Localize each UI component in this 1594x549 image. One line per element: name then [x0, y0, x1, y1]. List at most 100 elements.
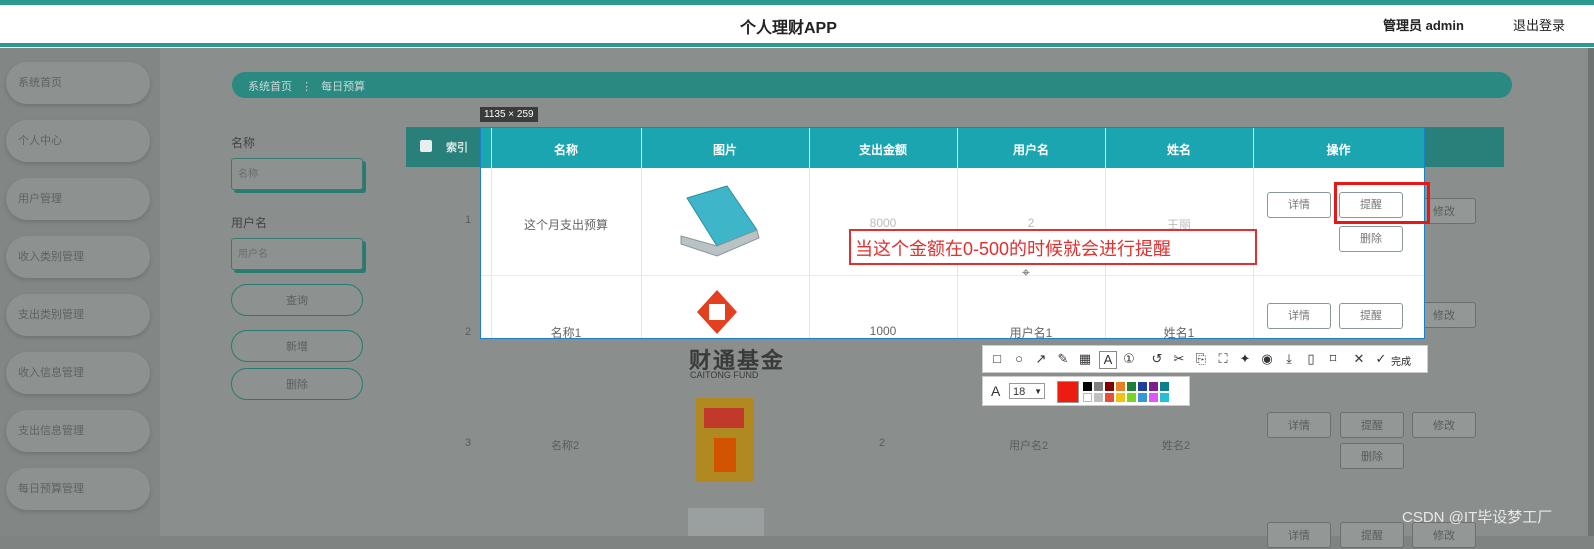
breadcrumb	[232, 72, 1512, 98]
ocr-icon[interactable]: ⎘	[1193, 351, 1209, 367]
row1-name: 这个月支出预算	[523, 218, 608, 232]
sidebar-item-expense-category[interactable]: 支出类别管理	[6, 294, 150, 336]
move-cursor-icon: ⌖	[1022, 264, 1030, 280]
name-search-input[interactable]: 名称	[231, 158, 363, 190]
row1-delete-button[interactable]: 删除	[1339, 226, 1403, 252]
row3-detail-button[interactable]: 详情	[1267, 412, 1331, 438]
color-swatch[interactable]	[1127, 393, 1136, 402]
color-swatch[interactable]	[1116, 393, 1125, 402]
sidebar-item-income-info[interactable]: 收入信息管理	[6, 352, 150, 394]
text-tool-icon[interactable]: A	[1099, 351, 1117, 369]
color-swatch[interactable]	[1138, 393, 1147, 402]
header-top-stripe	[0, 0, 1594, 5]
col-divider	[641, 128, 642, 338]
font-size-select[interactable]: 18 ▼	[1009, 383, 1045, 399]
row4-remind-button[interactable]: 提醒	[1340, 522, 1404, 548]
row1-index: 1	[465, 214, 472, 226]
done-button[interactable]: 完成	[1391, 353, 1411, 368]
color-swatch[interactable]	[1116, 382, 1125, 391]
caitong-logo-subtext: CAITONG FUND	[690, 370, 759, 380]
sidebar-item-expense-info[interactable]: 支出信息管理	[6, 410, 150, 452]
bookmark-icon[interactable]: ⌑	[1325, 351, 1341, 367]
row3-remind-button[interactable]: 提醒	[1340, 412, 1404, 438]
sidebar-item-users[interactable]: 用户管理	[6, 178, 150, 220]
select-all-checkbox[interactable]	[420, 140, 432, 152]
row3-image	[696, 398, 754, 482]
row2-detail-button[interactable]: 详情	[1267, 303, 1331, 329]
mosaic-tool-icon[interactable]: ▦	[1077, 351, 1093, 367]
row3-delete-button[interactable]: 删除	[1340, 443, 1404, 469]
row4-image	[688, 508, 764, 536]
col-divider	[491, 128, 492, 338]
sidebar-item-income-category[interactable]: 收入类别管理	[6, 236, 150, 278]
color-swatch[interactable]	[1105, 382, 1114, 391]
text-style-toolbar: A 18 ▼	[982, 376, 1190, 406]
row1-username: 2	[1027, 216, 1035, 230]
sidebar: 系统首页 个人中心 用户管理 收入类别管理 支出类别管理 收入信息管理 支出信息…	[0, 48, 160, 536]
row3-edit-button[interactable]: 修改	[1412, 412, 1476, 438]
query-button[interactable]: 查询	[231, 284, 363, 316]
header-image: 图片	[712, 143, 737, 157]
laptop-image	[677, 180, 763, 262]
watermark: CSDN @IT毕设梦工厂	[1402, 509, 1553, 526]
header-name: 名称	[553, 143, 578, 157]
pin-icon[interactable]: ✦	[1237, 351, 1253, 367]
row1-detail-button[interactable]: 详情	[1267, 192, 1331, 218]
row2-name: 名称1	[550, 326, 582, 340]
color-swatch[interactable]	[1138, 382, 1147, 391]
batch-delete-button[interactable]: 删除	[231, 368, 363, 400]
color-swatch[interactable]	[1127, 382, 1136, 391]
capture-toolbar: □ ○ ↗ ✎ ▦ A ① ↺ ✂ ⎘ ⛶ ✦ ◉ ⤓ ▯ ⌑ ✕ ✓ 完成	[982, 345, 1428, 373]
row2-index: 2	[465, 326, 472, 338]
col-divider	[809, 128, 810, 338]
row4-detail-button[interactable]: 详情	[1267, 522, 1331, 548]
header-amount: 支出金额	[858, 143, 907, 157]
breadcrumb-separator: ⋮	[301, 81, 313, 93]
sidebar-item-home[interactable]: 系统首页	[6, 62, 150, 104]
row2-remind-button[interactable]: 提醒	[1339, 303, 1403, 329]
row3-name: 名称2	[551, 440, 580, 452]
annotation-text: 当这个金额在0-500的时候就会进行提醒	[855, 239, 1172, 259]
row3-username: 用户名2	[1009, 440, 1049, 452]
row2-realname: 姓名1	[1163, 326, 1195, 340]
add-button[interactable]: 新增	[231, 330, 363, 362]
color-swatch[interactable]	[1160, 382, 1169, 391]
app-title: 个人理财APP	[740, 20, 837, 37]
selected-color-swatch[interactable]	[1057, 381, 1079, 403]
check-icon[interactable]: ✓	[1373, 351, 1389, 367]
chevron-down-icon: ▼	[1034, 387, 1042, 396]
logout-link[interactable]: 退出登录	[1513, 15, 1565, 34]
row3-amount: 2	[879, 437, 886, 449]
scrollbar[interactable]	[1588, 48, 1594, 536]
color-swatch[interactable]	[1160, 393, 1169, 402]
sidebar-item-daily-budget[interactable]: 每日预算管理	[6, 468, 150, 510]
scissors-icon[interactable]: ✂	[1171, 351, 1187, 367]
rectangle-tool-icon[interactable]: □	[989, 351, 1005, 367]
row2-username: 用户名1	[1009, 326, 1053, 340]
arrow-tool-icon[interactable]: ↗	[1033, 351, 1049, 367]
download-icon[interactable]: ⤓	[1281, 351, 1297, 367]
color-swatch[interactable]	[1083, 382, 1092, 391]
sidebar-item-profile[interactable]: 个人中心	[6, 120, 150, 162]
record-icon[interactable]: ◉	[1259, 351, 1275, 367]
color-swatch[interactable]	[1149, 393, 1158, 402]
username-search-input[interactable]: 用户名	[231, 238, 363, 270]
font-size-value: 18	[1013, 386, 1026, 398]
current-user: 管理员 admin	[1383, 18, 1464, 33]
close-icon[interactable]: ✕	[1351, 351, 1367, 367]
phone-icon[interactable]: ▯	[1303, 351, 1319, 367]
highlight-rectangle	[1334, 182, 1430, 224]
color-swatch[interactable]	[1094, 393, 1103, 402]
number-tool-icon[interactable]: ①	[1121, 351, 1137, 367]
color-swatch[interactable]	[1083, 393, 1092, 402]
color-swatch[interactable]	[1105, 393, 1114, 402]
row-separator	[481, 275, 1424, 276]
scan-icon[interactable]: ⛶	[1215, 351, 1231, 367]
breadcrumb-home[interactable]: 系统首页	[248, 81, 292, 93]
color-swatch[interactable]	[1094, 382, 1103, 391]
ellipse-tool-icon[interactable]: ○	[1011, 351, 1027, 367]
color-swatch[interactable]	[1149, 382, 1158, 391]
header-username: 用户名	[1012, 143, 1049, 157]
undo-icon[interactable]: ↺	[1149, 351, 1165, 367]
pen-tool-icon[interactable]: ✎	[1055, 351, 1071, 367]
